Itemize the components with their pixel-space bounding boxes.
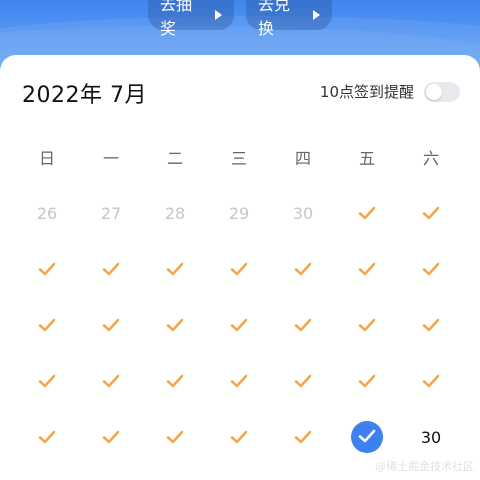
remind-label: 10点签到提醒 (319, 83, 414, 101)
day-number: 30 (420, 427, 442, 447)
check-icon (102, 374, 120, 388)
check-icon (294, 318, 312, 332)
day-cell[interactable]: 28 (143, 185, 207, 241)
outside-day-number: 30 (292, 203, 314, 223)
day-cell[interactable] (143, 353, 207, 409)
check-icon (38, 262, 56, 276)
day-cell[interactable]: 30 (271, 185, 335, 241)
check-icon (38, 374, 56, 388)
weekday-label: 六 (422, 149, 439, 168)
play-icon (313, 10, 320, 20)
day-cell[interactable]: 29 (207, 185, 271, 241)
day-cell[interactable] (207, 297, 271, 353)
check-icon (294, 262, 312, 276)
outside-day-number: 27 (100, 203, 122, 223)
outside-day-number: 28 (164, 203, 186, 223)
day-cell[interactable] (335, 409, 399, 465)
check-icon (294, 374, 312, 388)
day-cell[interactable] (79, 297, 143, 353)
check-icon (102, 430, 120, 444)
exchange-label: 去兑换 (258, 0, 291, 38)
outside-day-number: 26 (36, 203, 58, 223)
day-cell[interactable] (271, 353, 335, 409)
check-icon (230, 374, 248, 388)
play-icon (215, 10, 222, 20)
check-icon (102, 318, 120, 332)
day-cell[interactable] (15, 353, 79, 409)
day-cell[interactable]: 30 (399, 409, 463, 465)
remind-setting: 10点签到提醒 (320, 81, 460, 102)
check-icon (230, 318, 248, 332)
day-cell[interactable] (399, 241, 463, 297)
day-cell[interactable] (335, 241, 399, 297)
day-cell[interactable] (207, 241, 271, 297)
day-cell[interactable] (15, 409, 79, 465)
check-icon (422, 262, 440, 276)
day-cell[interactable] (271, 297, 335, 353)
check-icon (38, 318, 56, 332)
day-cell[interactable]: 26 (15, 185, 79, 241)
weekday-label: 日 (38, 149, 55, 168)
day-cell[interactable] (143, 409, 207, 465)
day-cell[interactable] (335, 353, 399, 409)
weekday-label: 三 (230, 149, 247, 168)
day-cell[interactable] (79, 409, 143, 465)
day-cell[interactable] (399, 297, 463, 353)
check-icon (38, 430, 56, 444)
exchange-button[interactable]: 去兑换 (246, 0, 332, 38)
lottery-label: 去抽奖 (160, 0, 193, 38)
lottery-button[interactable]: 去抽奖 (148, 0, 234, 38)
weekday-header: 日一二三四五六 (15, 145, 465, 169)
check-icon (166, 374, 184, 388)
month-title: 2022年 7月 (22, 83, 147, 108)
day-cell[interactable] (399, 185, 463, 241)
selected-day-circle (351, 421, 383, 453)
check-icon (358, 318, 376, 332)
weekday-label: 四 (294, 149, 311, 168)
check-icon (422, 374, 440, 388)
check-icon (358, 206, 376, 220)
weekday-label: 二 (166, 149, 183, 168)
day-cell[interactable]: 27 (79, 185, 143, 241)
day-cell[interactable] (335, 185, 399, 241)
check-icon (422, 206, 440, 220)
calendar-card: 2022年 7月 10点签到提醒 日 一 二 三 四 五 六 26 27 28 29 30 30 (0, 55, 480, 480)
day-cell[interactable] (15, 241, 79, 297)
day-cell[interactable] (399, 353, 463, 409)
day-cell[interactable] (143, 241, 207, 297)
day-cell[interactable] (207, 353, 271, 409)
day-cell[interactable] (79, 353, 143, 409)
watermark: @稀土掘金技术社区 (375, 460, 474, 473)
check-icon (294, 430, 312, 444)
day-cell[interactable] (15, 297, 79, 353)
calendar-grid: 26 27 28 29 30 30 (15, 185, 465, 465)
weekday-label: 一 (102, 149, 119, 168)
check-icon (422, 318, 440, 332)
check-icon (166, 262, 184, 276)
check-icon (102, 262, 120, 276)
check-icon (166, 430, 184, 444)
day-cell[interactable] (79, 241, 143, 297)
day-cell[interactable] (271, 409, 335, 465)
day-cell[interactable] (335, 297, 399, 353)
day-cell[interactable] (271, 241, 335, 297)
toggle-knob (426, 83, 442, 100)
check-icon (166, 318, 184, 332)
outside-day-number: 29 (228, 203, 250, 223)
remind-toggle[interactable] (424, 81, 460, 102)
day-cell[interactable] (207, 409, 271, 465)
check-icon (230, 262, 248, 276)
check-icon (358, 428, 376, 447)
day-cell[interactable] (143, 297, 207, 353)
check-icon (358, 262, 376, 276)
check-icon (358, 374, 376, 388)
weekday-label: 五 (358, 149, 375, 168)
check-icon (230, 430, 248, 444)
